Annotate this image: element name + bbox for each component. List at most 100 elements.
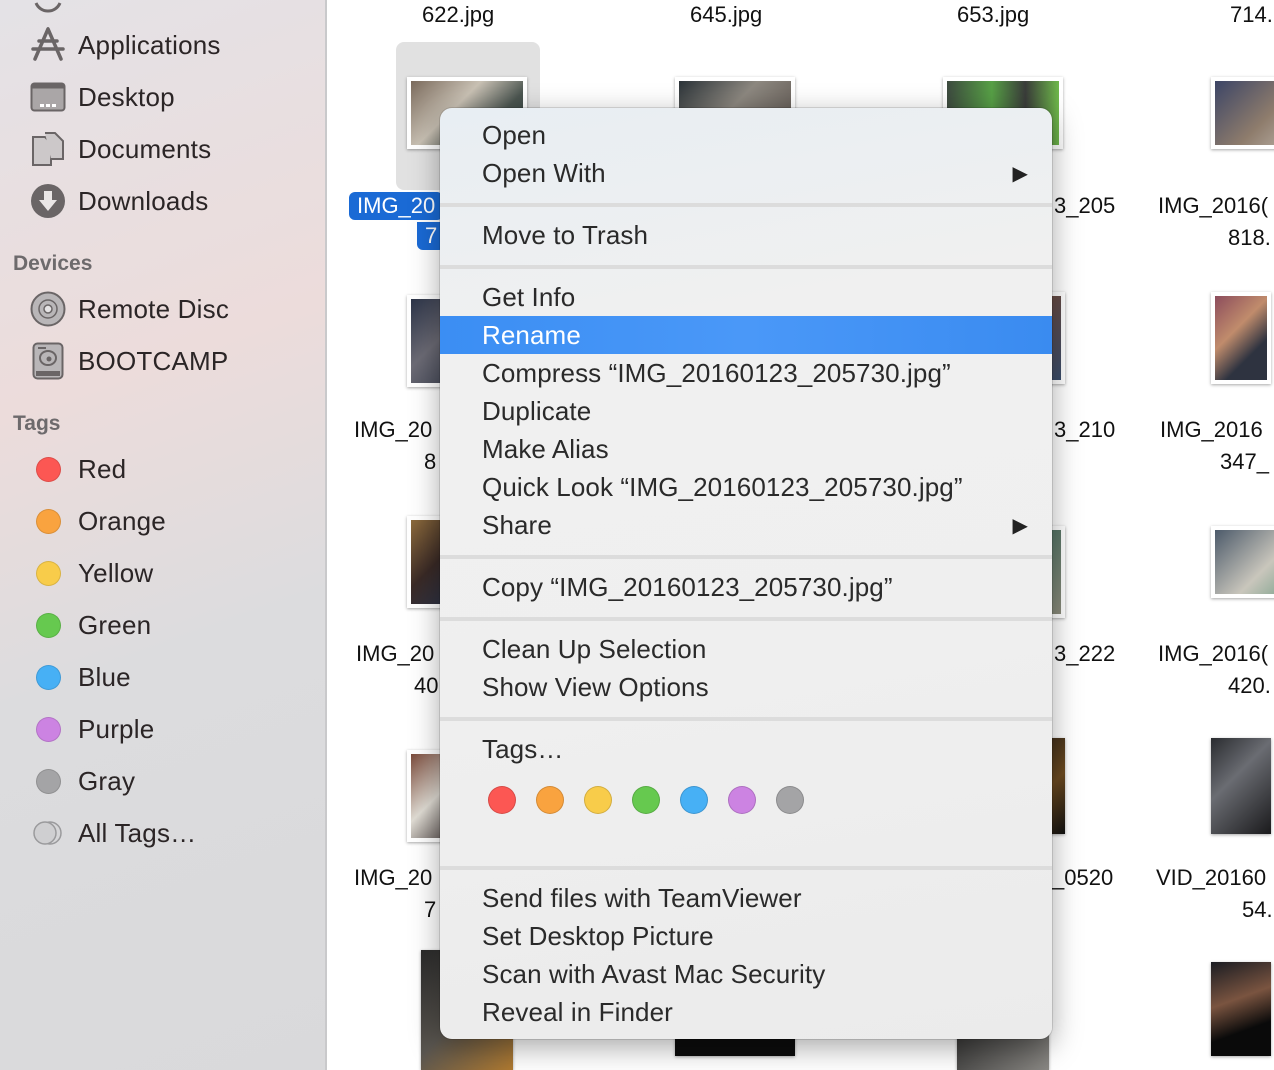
sidebar-item-bootcamp[interactable]: BOOTCAMP	[28, 341, 228, 381]
menu-item-duplicate[interactable]: Duplicate	[440, 392, 1052, 430]
sidebar-label: All Tags…	[78, 817, 197, 848]
file-name[interactable]: IMG_20	[356, 642, 434, 666]
menu-item-tags[interactable]: Tags…	[440, 730, 1052, 768]
file-name[interactable]: 8	[424, 450, 436, 474]
menu-item-rename[interactable]: Rename	[440, 316, 1052, 354]
hard-drive-icon	[28, 341, 68, 381]
menu-item-show-view-options[interactable]: Show View Options	[440, 668, 1052, 706]
file-name[interactable]: 3_222	[1054, 642, 1115, 666]
file-thumbnail[interactable]	[1211, 292, 1271, 384]
sidebar-tag-orange[interactable]: Orange	[28, 501, 166, 541]
sidebar-item-documents[interactable]: Documents	[28, 129, 211, 169]
menu-item-send-teamviewer[interactable]: Send files with TeamViewer	[440, 879, 1052, 917]
sidebar-label: Downloads	[78, 185, 209, 216]
sidebar-item-downloads[interactable]: Downloads	[28, 181, 208, 221]
tags-header: Tags	[13, 412, 61, 435]
file-name[interactable]: 714.	[1230, 3, 1273, 27]
file-name[interactable]: 622.jpg	[422, 3, 494, 27]
menu-item-label: Make Alias	[482, 433, 609, 464]
tag-color-blue-button[interactable]	[680, 786, 708, 814]
menu-item-make-alias[interactable]: Make Alias	[440, 430, 1052, 468]
finder-sidebar: Applications Desktop Documents Downloads…	[0, 0, 327, 1070]
file-name[interactable]: IMG_20	[354, 866, 432, 890]
tag-color-green-button[interactable]	[632, 786, 660, 814]
sidebar-item-desktop[interactable]: Desktop	[28, 77, 175, 117]
selected-file-name-line1[interactable]: IMG_20	[349, 192, 444, 220]
devices-header: Devices	[13, 252, 93, 275]
file-thumbnail[interactable]	[1211, 526, 1274, 598]
tag-color-red-button[interactable]	[488, 786, 516, 814]
file-name[interactable]: 40	[414, 674, 438, 698]
menu-item-label: Show View Options	[482, 671, 709, 702]
submenu-arrow-icon: ▶	[1012, 514, 1028, 537]
menu-item-copy[interactable]: Copy “IMG_20160123_205730.jpg”	[440, 568, 1052, 606]
file-name[interactable]: _0520	[1052, 866, 1113, 890]
menu-separator	[440, 866, 1052, 870]
video-thumbnail[interactable]	[1211, 962, 1271, 1056]
tag-color-dot-icon	[28, 761, 68, 801]
file-name[interactable]: 54.n	[1242, 898, 1274, 922]
menu-item-quick-look[interactable]: Quick Look “IMG_20160123_205730.jpg”	[440, 468, 1052, 506]
sidebar-tag-gray[interactable]: Gray	[28, 761, 135, 801]
menu-item-get-info[interactable]: Get Info	[440, 278, 1052, 316]
file-name[interactable]: IMG_2016	[1160, 418, 1263, 442]
file-name[interactable]: 420.	[1228, 674, 1271, 698]
sidebar-tag-yellow[interactable]: Yellow	[28, 553, 153, 593]
menu-item-label: Get Info	[482, 281, 576, 312]
sidebar-tag-alltags[interactable]: All Tags…	[28, 813, 196, 853]
tag-color-dot-icon	[28, 605, 68, 645]
file-thumbnail[interactable]	[1211, 77, 1274, 149]
file-name[interactable]: IMG_20	[354, 418, 432, 442]
sidebar-tag-purple[interactable]: Purple	[28, 709, 154, 749]
file-name[interactable]: 7	[424, 898, 436, 922]
menu-item-label: Duplicate	[482, 395, 592, 426]
file-name[interactable]: VID_20160	[1156, 866, 1266, 890]
menu-separator	[440, 265, 1052, 269]
menu-item-scan-avast[interactable]: Scan with Avast Mac Security	[440, 955, 1052, 993]
sidebar-label: Orange	[78, 505, 166, 536]
menu-item-label: Scan with Avast Mac Security	[482, 958, 826, 989]
menu-item-set-desktop-picture[interactable]: Set Desktop Picture	[440, 917, 1052, 955]
submenu-arrow-icon: ▶	[1012, 162, 1028, 185]
menu-item-label: Quick Look “IMG_20160123_205730.jpg”	[482, 471, 963, 502]
sidebar-tag-green[interactable]: Green	[28, 605, 151, 645]
tag-color-dot-icon	[28, 657, 68, 697]
sidebar-label: Purple	[78, 713, 155, 744]
menu-item-label: Share	[482, 509, 552, 540]
menu-item-move-to-trash[interactable]: Move to Trash	[440, 216, 1052, 254]
menu-item-label: Compress “IMG_20160123_205730.jpg”	[482, 357, 951, 388]
sidebar-item-remote-disc[interactable]: Remote Disc	[28, 289, 229, 329]
tag-color-dot-icon	[28, 501, 68, 541]
menu-item-clean-up-selection[interactable]: Clean Up Selection	[440, 630, 1052, 668]
sidebar-item-applications[interactable]: Applications	[28, 25, 221, 65]
tag-color-purple-button[interactable]	[728, 786, 756, 814]
sidebar-tag-blue[interactable]: Blue	[28, 657, 131, 697]
sidebar-tag-red[interactable]: Red	[28, 449, 126, 489]
disc-icon	[28, 289, 68, 329]
video-thumbnail[interactable]	[1211, 738, 1271, 834]
menu-item-open-with[interactable]: Open With ▶	[440, 154, 1052, 192]
sidebar-label: Red	[78, 453, 127, 484]
menu-tag-color-picker	[488, 786, 804, 814]
file-name[interactable]: IMG_2016(	[1158, 642, 1268, 666]
menu-item-compress[interactable]: Compress “IMG_20160123_205730.jpg”	[440, 354, 1052, 392]
sidebar-label: Blue	[78, 661, 131, 692]
menu-item-open[interactable]: Open	[440, 116, 1052, 154]
file-name[interactable]: 653.jpg	[957, 3, 1029, 27]
menu-item-reveal-in-finder[interactable]: Reveal in Finder	[440, 993, 1052, 1031]
tag-color-yellow-button[interactable]	[584, 786, 612, 814]
file-name[interactable]: IMG_2016(	[1158, 194, 1268, 218]
sidebar-item-airdrop[interactable]	[28, 0, 78, 18]
sidebar-label: Documents	[78, 133, 212, 164]
tag-color-orange-button[interactable]	[536, 786, 564, 814]
file-name[interactable]: 347_	[1220, 450, 1269, 474]
file-name[interactable]: 818.	[1228, 226, 1271, 250]
menu-item-label: Set Desktop Picture	[482, 920, 714, 951]
file-name[interactable]: 3_210	[1054, 418, 1115, 442]
tag-color-gray-button[interactable]	[776, 786, 804, 814]
file-name[interactable]: 645.jpg	[690, 3, 762, 27]
file-name[interactable]: 3_205	[1054, 194, 1115, 218]
menu-item-label: Move to Trash	[482, 219, 649, 250]
menu-item-share[interactable]: Share ▶	[440, 506, 1052, 544]
menu-item-label: Open With	[482, 157, 606, 188]
